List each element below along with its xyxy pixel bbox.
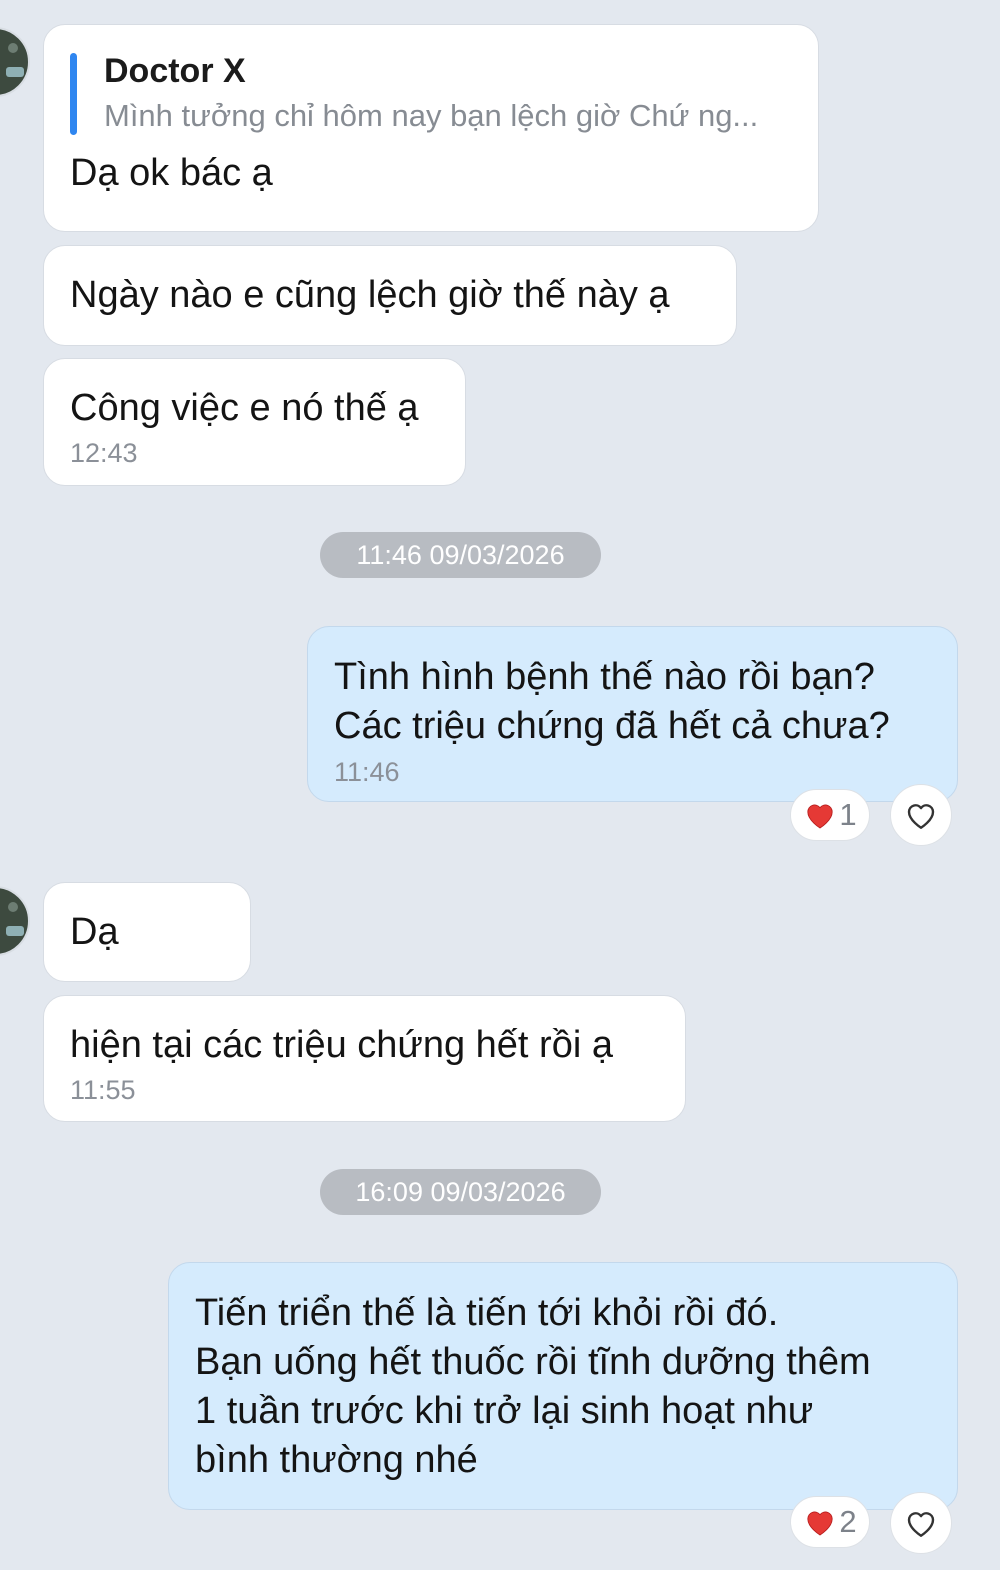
message-line: Tình hình bệnh thế nào rồi bạn? [334,656,875,698]
reaction-summary[interactable]: 2 [790,1496,870,1548]
quoted-message-text: Mình tưởng chỉ hôm nay bạn lệch giờ Chứ … [104,98,759,133]
avatar-detail [6,67,24,77]
message-text: Công việc e nó thế ạ [70,387,419,429]
quoted-message[interactable]: Doctor X Mình tưởng chỉ hôm nay bạn lệch… [70,49,792,139]
incoming-message-bubble[interactable]: hiện tại các triệu chứng hết rồi ạ 11:55 [43,995,686,1122]
reaction-count: 1 [839,797,857,832]
heart-outline-icon [907,1512,935,1537]
message-line: Bạn uống hết thuốc rồi tĩnh dưỡng thêm [195,1341,871,1383]
avatar-detail [8,902,18,912]
message-text: hiện tại các triệu chứng hết rồi ạ [70,1024,613,1066]
outgoing-message-bubble[interactable]: Tiến triển thế là tiến tới khỏi rồi đó. … [168,1262,958,1510]
avatar-detail [8,43,18,53]
contact-avatar[interactable] [0,27,30,97]
incoming-message-bubble[interactable]: Ngày nào e cũng lệch giờ thế này ạ [43,245,737,346]
quote-accent-bar [70,53,77,135]
incoming-message-bubble[interactable]: Công việc e nó thế ạ 12:43 [43,358,466,486]
message-text: Ngày nào e cũng lệch giờ thế này ạ [70,274,670,316]
add-reaction-button[interactable] [890,1492,952,1554]
date-divider: 11:46 09/03/2026 [320,532,601,578]
message-line: Các triệu chứng đã hết cả chưa? [334,705,890,747]
heart-outline-icon [907,804,935,829]
contact-avatar[interactable] [0,886,30,956]
reaction-summary[interactable]: 1 [790,789,870,841]
red-heart-icon [807,804,833,829]
avatar-detail [6,926,24,936]
outgoing-message-bubble[interactable]: Tình hình bệnh thế nào rồi bạn? Các triệ… [307,626,958,802]
date-divider: 16:09 09/03/2026 [320,1169,601,1215]
message-text: Dạ ok bác ạ [70,152,273,194]
message-line: Tiến triển thế là tiến tới khỏi rồi đó. [195,1292,779,1334]
quoted-sender-name: Doctor X [104,52,246,90]
message-timestamp: 12:43 [70,438,138,468]
add-reaction-button[interactable] [890,784,952,846]
message-text: Dạ [70,911,119,953]
reaction-count: 2 [839,1504,857,1539]
incoming-message-bubble-reply[interactable]: Doctor X Mình tưởng chỉ hôm nay bạn lệch… [43,24,819,232]
message-timestamp: 11:55 [70,1075,136,1105]
message-line: 1 tuần trước khi trở lại sinh hoạt như [195,1390,814,1432]
red-heart-icon [807,1511,833,1536]
message-timestamp: 11:46 [334,757,400,787]
incoming-message-bubble[interactable]: Dạ [43,882,251,982]
message-line: bình thường nhé [195,1439,478,1481]
